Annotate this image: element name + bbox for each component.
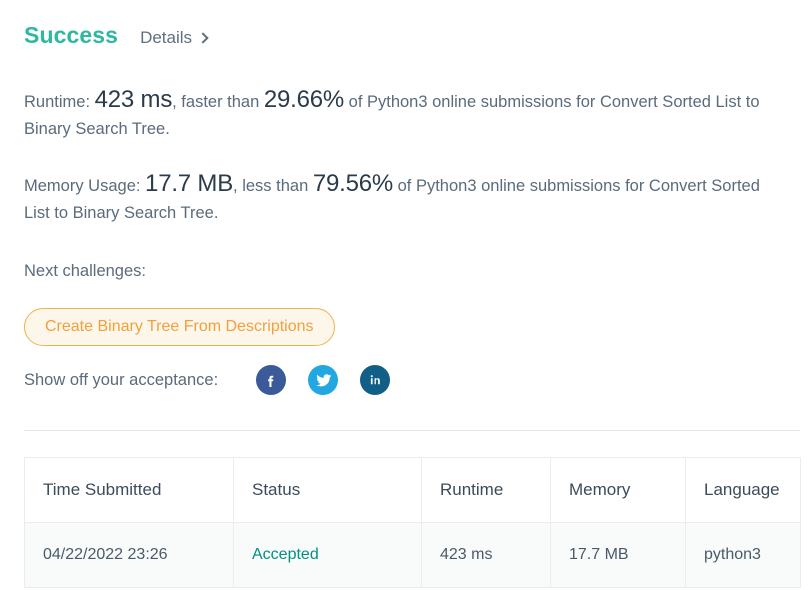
runtime-stat: Runtime: 423 ms, faster than 29.66% of P… <box>24 86 772 143</box>
column-header-runtime: Runtime <box>421 457 551 523</box>
submissions-table: Time Submitted Status Runtime Memory Lan… <box>24 457 801 588</box>
details-label: Details <box>140 28 193 47</box>
runtime-label: Runtime: <box>24 93 91 111</box>
share-label: Show off your acceptance: <box>24 370 219 389</box>
details-toggle[interactable]: Details <box>140 28 209 47</box>
column-header-language: Language <box>685 457 801 523</box>
memory-comparator: , less than <box>233 177 313 195</box>
cell-status[interactable]: Accepted <box>233 522 422 588</box>
runtime-comparator: , faster than <box>172 93 264 111</box>
memory-value: 17.7 MB <box>145 170 234 197</box>
table-header-row: Time Submitted Status Runtime Memory Lan… <box>24 457 801 523</box>
memory-percentile: 79.56% <box>312 170 394 197</box>
memory-stat: Memory Usage: 17.7 MB, less than 79.56% … <box>24 170 772 227</box>
runtime-percentile: 29.66% <box>263 86 345 113</box>
share-row: Show off your acceptance: <box>24 365 412 395</box>
memory-label: Memory Usage: <box>24 177 141 195</box>
cell-memory: 17.7 MB <box>550 522 686 588</box>
submission-status-title: Success <box>24 22 119 48</box>
chevron-right-icon <box>197 31 209 44</box>
submission-result-panel: Success Details Runtime: 423 ms, faster … <box>0 0 812 590</box>
column-header-status: Status <box>233 457 422 523</box>
facebook-icon <box>263 372 279 388</box>
linkedin-icon <box>368 373 383 388</box>
column-header-time-submitted: Time Submitted <box>24 457 234 523</box>
runtime-value: 423 ms <box>94 86 173 113</box>
linkedin-share-button[interactable] <box>360 365 391 395</box>
result-header: Success Details <box>24 22 209 48</box>
twitter-icon <box>315 372 332 389</box>
table-row: 04/22/2022 23:26 Accepted 423 ms 17.7 MB… <box>24 522 801 588</box>
twitter-share-button[interactable] <box>308 365 339 395</box>
column-header-memory: Memory <box>550 457 686 523</box>
cell-time-submitted[interactable]: 04/22/2022 23:26 <box>24 522 234 588</box>
cell-language: python3 <box>685 522 801 588</box>
facebook-share-button[interactable] <box>256 365 287 395</box>
next-challenge-link[interactable]: Create Binary Tree From Descriptions <box>24 308 335 346</box>
section-divider <box>24 430 800 431</box>
next-challenges-label: Next challenges: <box>24 262 146 280</box>
cell-runtime: 423 ms <box>421 522 551 588</box>
